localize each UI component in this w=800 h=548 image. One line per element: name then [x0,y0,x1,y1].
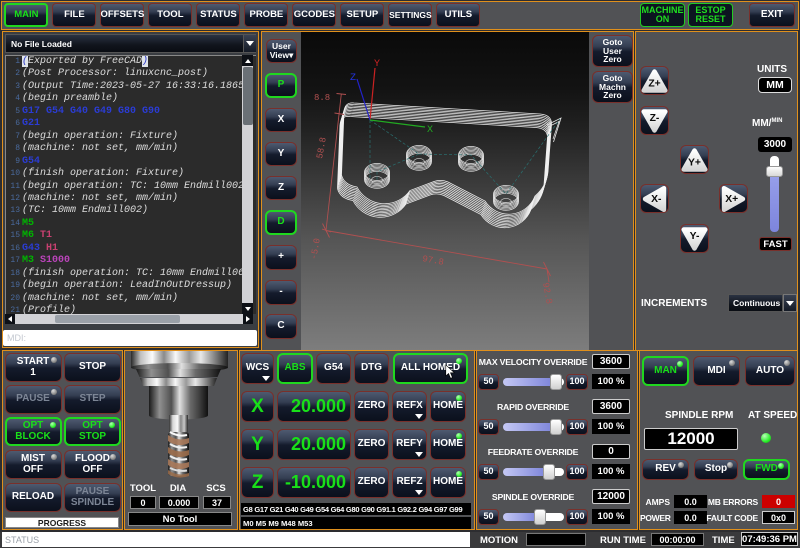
svg-text:-5.0: -5.0 [309,238,323,261]
svg-text:58.8: 58.8 [315,137,329,160]
svg-text:Z-: Z- [650,113,660,124]
svg-text:X-: X- [651,194,662,205]
svg-text:Z+: Z+ [648,78,660,89]
svg-text:X+: X+ [725,194,738,205]
svg-text:X: X [427,125,433,136]
svg-text:97.8: 97.8 [421,254,444,268]
svg-text:92.8: 92.8 [540,282,554,305]
svg-text:8.8: 8.8 [314,93,330,103]
svg-text:Z: Z [350,73,356,84]
svg-text:Y+: Y+ [688,157,701,168]
svg-text:Y: Y [374,59,380,70]
svg-text:Y-: Y- [690,231,700,242]
